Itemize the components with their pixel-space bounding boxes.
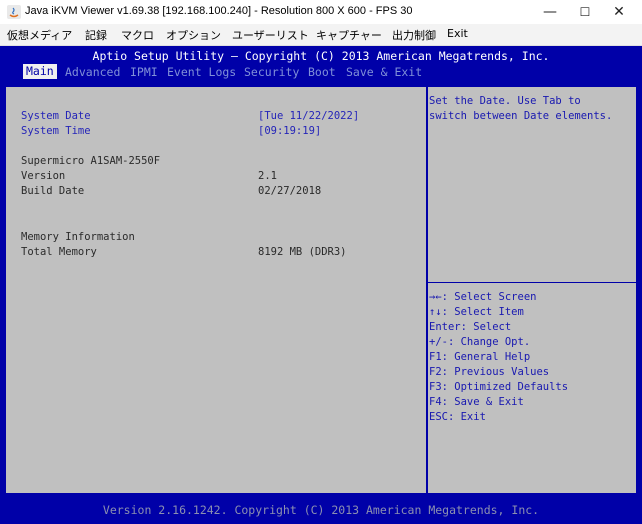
total-memory-label: Total Memory (21, 246, 97, 258)
tab-advanced[interactable]: Advanced (65, 65, 120, 79)
key-help-f2: F2: Previous Values (429, 366, 550, 378)
menu-options[interactable]: オプション (166, 27, 221, 43)
menu-exit[interactable]: Exit (447, 27, 468, 40)
menu-macro[interactable]: マクロ (121, 27, 154, 43)
help-text-line: switch between Date elements. (429, 110, 613, 122)
panel-divider (426, 87, 428, 493)
help-text-line: Set the Date. Use Tab to (429, 95, 581, 107)
key-help-select-screen: →←: Select Screen (429, 291, 537, 303)
menu-virtual-media[interactable]: 仮想メディア (7, 27, 72, 43)
system-time-label[interactable]: System Time (21, 125, 91, 137)
key-help-select-item: ↑↓: Select Item (429, 306, 524, 318)
build-date-label: Build Date (21, 185, 85, 197)
menu-user-list[interactable]: ユーザーリスト (232, 27, 309, 43)
tab-boot[interactable]: Boot (308, 65, 336, 79)
bios-header: Aptio Setup Utility – Copyright (C) 2013… (92, 49, 550, 63)
memory-info-label: Memory Information (21, 231, 135, 243)
key-help-f4: F4: Save & Exit (429, 396, 524, 408)
tab-main[interactable]: Main (23, 64, 57, 79)
key-help-change-opt: +/-: Change Opt. (429, 336, 531, 348)
tab-ipmi[interactable]: IPMI (130, 65, 158, 79)
tab-event-logs[interactable]: Event Logs (167, 65, 236, 79)
system-date-label[interactable]: System Date (21, 110, 91, 122)
footer-version-text: Version 2.16.1242. Copyright (C) 2013 Am… (102, 503, 540, 517)
menu-output-control[interactable]: 出力制御 (392, 27, 436, 43)
tab-security[interactable]: Security (244, 65, 299, 79)
version-label: Version (21, 170, 66, 182)
close-button[interactable]: ✕ (596, 0, 642, 24)
window-titlebar: Java iKVM Viewer v1.69.38 [192.168.100.2… (0, 0, 642, 24)
tab-save-exit[interactable]: Save & Exit (346, 65, 422, 79)
build-date-value: 02/27/2018 (258, 185, 322, 197)
java-app-icon (7, 5, 21, 19)
key-help-f1: F1: General Help (429, 351, 531, 363)
bios-footer: Version 2.16.1242. Copyright (C) 2013 Am… (0, 502, 642, 524)
system-time-value[interactable]: [09:19:19] (258, 125, 321, 137)
key-help-enter: Enter: Select (429, 321, 512, 333)
key-help-esc: ESC: Exit (429, 411, 486, 423)
help-separator (428, 282, 636, 283)
system-date-value[interactable]: [Tue 11/22/2022] (258, 110, 359, 122)
bios-main-panel: System Date [Tue 11/22/2022] System Time… (5, 86, 637, 494)
menu-record[interactable]: 記録 (85, 27, 107, 43)
key-help-f3: F3: Optimized Defaults (429, 381, 569, 393)
menubar: 仮想メディア 記録 マクロ オプション ユーザーリスト キャプチャー 出力制御 … (0, 24, 642, 46)
board-name: Supermicro A1SAM-2550F (21, 155, 161, 167)
version-value: 2.1 (258, 170, 277, 182)
menu-capture[interactable]: キャプチャー (316, 27, 382, 43)
total-memory-value: 8192 MB (DDR3) (258, 246, 347, 258)
window-title: Java iKVM Viewer v1.69.38 [192.168.100.2… (25, 5, 413, 17)
